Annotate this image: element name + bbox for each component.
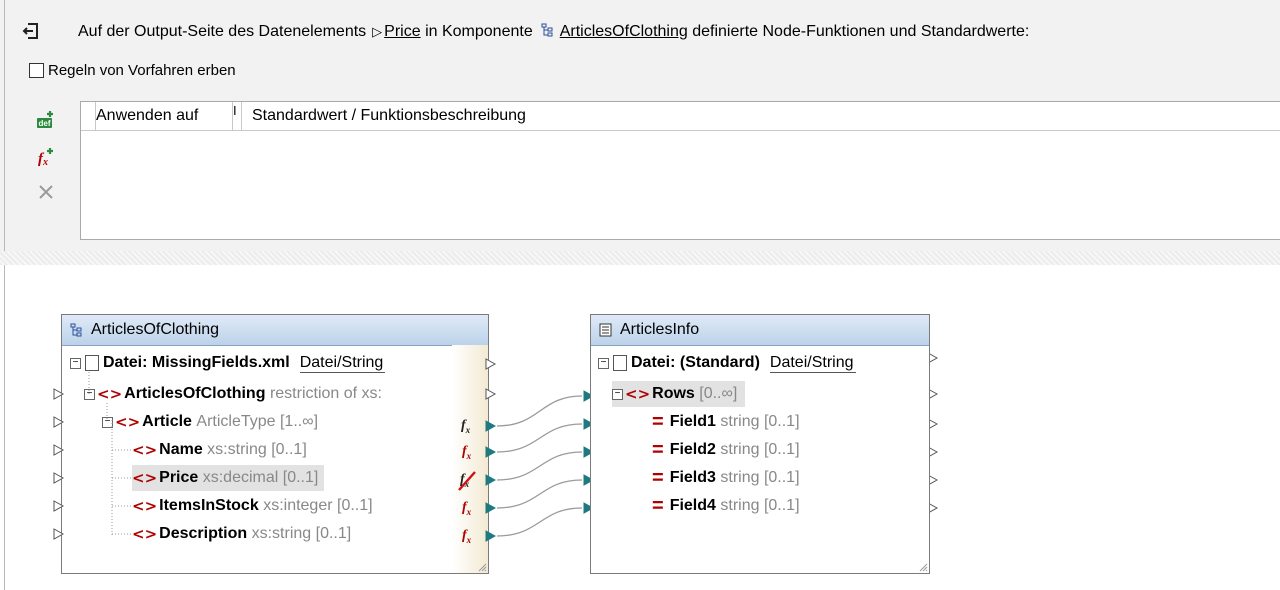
target-file-label: Datei: (Standard) (631, 354, 760, 371)
target-file-mode[interactable]: Datei/String (769, 354, 856, 373)
field-icon: = (652, 495, 664, 517)
output-connector-icon[interactable] (485, 530, 497, 542)
output-connector-icon[interactable] (485, 446, 497, 458)
output-connector-icon[interactable] (485, 420, 497, 432)
collapse-icon[interactable]: − (598, 357, 609, 369)
field-icon: = (652, 439, 664, 461)
input-connector-icon[interactable] (53, 444, 65, 456)
input-connector-icon[interactable] (53, 500, 65, 512)
tree-row[interactable]: = Field3 string [0..1] (652, 465, 800, 491)
output-connector-icon[interactable] (485, 358, 497, 370)
function-icon[interactable]: fx (461, 418, 470, 435)
output-connector-icon[interactable] (485, 388, 497, 400)
input-connector-icon[interactable] (53, 528, 65, 540)
input-connector-icon[interactable] (53, 472, 65, 484)
output-connector-icon[interactable] (485, 474, 497, 486)
collapse-icon[interactable]: − (612, 388, 623, 400)
field-icon: = (652, 467, 664, 489)
target-title-bar[interactable]: ArticlesInfo (591, 315, 929, 346)
target-file-row[interactable]: − Datei: (Standard) Datei/String (598, 350, 856, 376)
resize-grip-icon[interactable] (918, 562, 928, 572)
function-icon[interactable]: fx (462, 528, 471, 545)
text-file-icon (599, 323, 612, 337)
target-title: ArticlesInfo (620, 321, 700, 338)
element-icon: <> (625, 385, 651, 403)
tree-row[interactable]: = Field2 string [0..1] (652, 437, 800, 463)
function-icon[interactable]: fx (462, 444, 471, 461)
output-connector-icon[interactable] (485, 502, 497, 514)
tree-row-rows[interactable]: − <> Rows [0..∞] (612, 381, 746, 407)
tree-row[interactable]: = Field1 string [0..1] (652, 409, 800, 435)
input-connector-icon[interactable] (53, 388, 65, 400)
file-icon (613, 355, 627, 371)
input-connector-icon[interactable] (53, 416, 65, 428)
tree-row[interactable]: = Field4 string [0..1] (652, 493, 800, 519)
function-icon[interactable]: fx (462, 500, 471, 517)
function-disabled-icon[interactable]: fx (458, 471, 476, 491)
field-icon: = (652, 411, 664, 433)
